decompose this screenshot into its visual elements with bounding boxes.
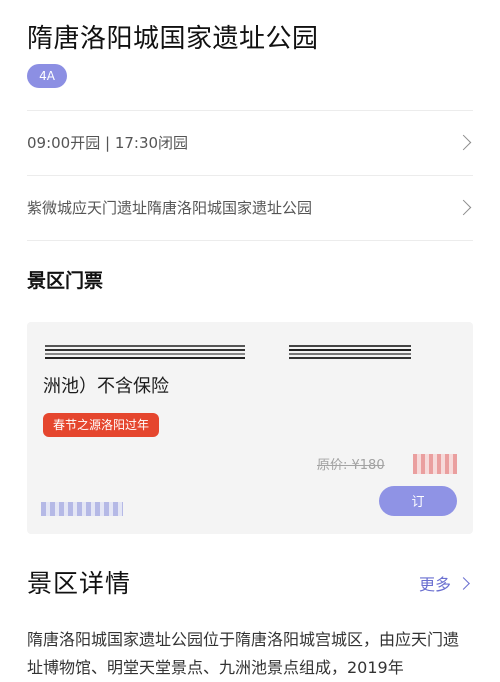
redacted-price [413, 454, 457, 474]
details-section-title: 景区详情 [27, 569, 132, 598]
more-link[interactable]: 更多 [419, 571, 472, 595]
ticket-card[interactable]: 洲池）不含保险 春节之源洛阳过年 原价: ¥180 订 [27, 322, 473, 534]
tickets-section-title: 景区门票 [27, 270, 104, 292]
intro-text: 隋唐洛阳城国家遗址公园位于隋唐洛阳城宫城区，由应天门遗址博物馆、明堂天堂景点、九… [27, 630, 460, 677]
divider [27, 175, 473, 176]
chevron-right-icon [457, 576, 470, 590]
promo-tag: 春节之源洛阳过年 [43, 413, 160, 437]
page-title: 隋唐洛阳城国家遗址公园 [27, 24, 319, 54]
redacted-ticket-name [45, 345, 245, 361]
opening-hours-row[interactable]: 09:00开园 | 17:30闭园 [27, 124, 473, 160]
redacted-info [41, 502, 123, 516]
divider [27, 240, 473, 241]
divider [27, 110, 473, 111]
opening-hours-text: 09:00开园 | 17:30闭园 [27, 133, 189, 152]
address-text: 紫微城应天门遗址隋唐洛阳城国家遗址公园 [27, 198, 313, 217]
original-price: 原价: ¥180 [317, 458, 385, 473]
rating-badge: 4A [27, 64, 67, 88]
chevron-right-icon [455, 199, 472, 215]
ticket-name: 洲池）不含保险 [43, 376, 169, 397]
chevron-right-icon [455, 134, 472, 150]
book-button[interactable]: 订 [379, 486, 457, 516]
more-label: 更多 [418, 575, 451, 594]
redacted-ticket-name [289, 345, 411, 361]
address-row[interactable]: 紫微城应天门遗址隋唐洛阳城国家遗址公园 [27, 189, 473, 225]
